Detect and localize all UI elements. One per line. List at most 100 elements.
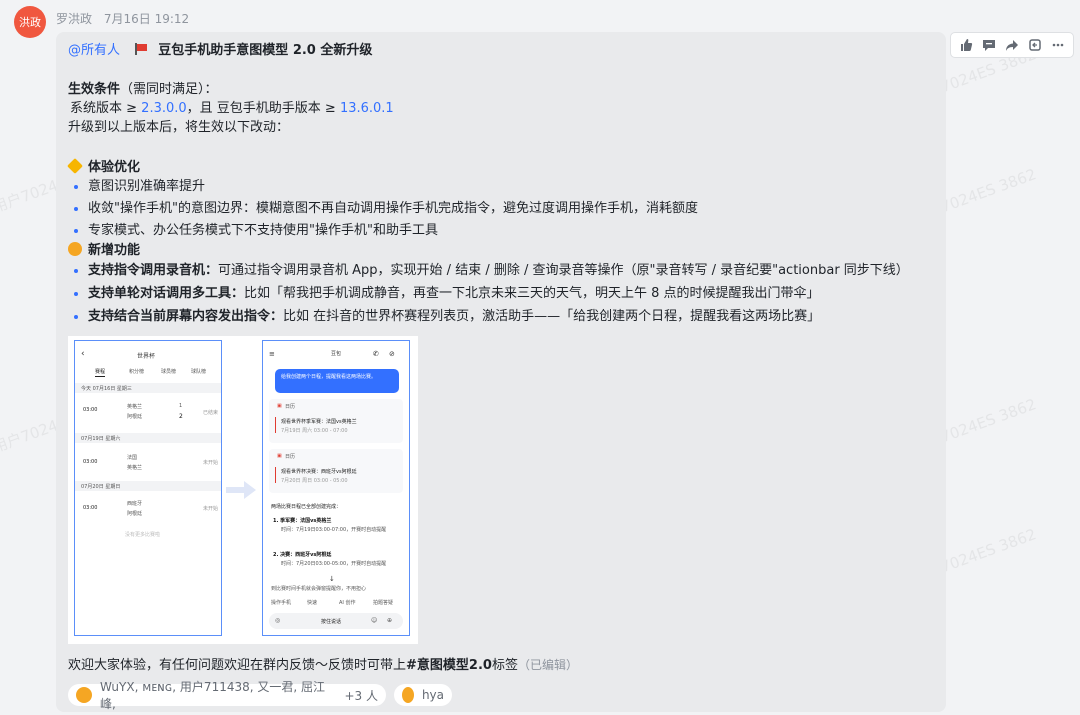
- team-name: 西班牙: [127, 501, 143, 507]
- match-time: 03:00: [83, 407, 98, 413]
- event-title: 观看世界杯季军赛：法国vs英格兰: [281, 419, 357, 425]
- date-header: 07月20日 星期日: [81, 484, 121, 490]
- system-version: 2.3.0.0: [141, 101, 187, 116]
- reply-heading: 两场比赛日程已全部创建完成：: [271, 504, 342, 510]
- message-title: 豆包手机助手意图模型 2.0 全新升级: [158, 43, 373, 58]
- smile-emoji-icon: [68, 242, 82, 256]
- list-item: 收敛"操作手机"的意图边界：模糊意图不再自动调用操作手机完成指令，避免过度调用操…: [88, 201, 698, 216]
- footer-tag: #意图模型2.0: [406, 658, 492, 673]
- event-marker: [275, 467, 276, 483]
- reply-item: 1. 季军赛：法国vs英格兰: [273, 518, 332, 524]
- reply-item-time: 时间：7月19日03:00-07:00，开赛时自动提醒: [281, 527, 387, 533]
- match-status: 未开始: [203, 506, 219, 512]
- team-name: 阿根廷: [127, 414, 143, 420]
- reaction-more[interactable]: +3 人: [345, 687, 379, 704]
- list-item: 支持单轮对话调用多工具：比如「帮我把手机调成静音，再查一下北京未来三天的天气，明…: [88, 286, 820, 301]
- reaction-clap[interactable]: hya: [394, 684, 452, 706]
- bullet-icon: [74, 185, 78, 189]
- score: 2: [179, 413, 183, 420]
- match-status: 未开始: [203, 460, 219, 466]
- team-name: 英格兰: [127, 404, 143, 410]
- user-message-bubble: [275, 369, 399, 393]
- match-time: 03:00: [83, 459, 98, 465]
- scroll-down-icon: ↓: [329, 575, 335, 583]
- message-title-line: @所有人 豆包手机助手意图模型 2.0 全新升级: [68, 42, 372, 60]
- calendar-label: 日历: [285, 404, 296, 410]
- embedded-image[interactable]: ‹ 世界杯 赛程 积分榜 球员榜 球队榜 今天 07月16日 星期三 03:00…: [68, 336, 418, 644]
- menu-icon: ≡: [269, 350, 275, 358]
- star-icon: [67, 158, 83, 174]
- hold-to-speak: 按住说话: [321, 619, 342, 625]
- footer-line: 欢迎大家体验，有任何问题欢迎在群内反馈～反馈时可带上#意图模型2.0标签（已编辑…: [68, 656, 578, 675]
- reply-tail: 到比赛时间手机就会弹窗提醒你，不用担心: [271, 586, 367, 592]
- date-header: 07月19日 星期六: [81, 436, 121, 442]
- calendar-label: 日历: [285, 454, 296, 460]
- bullet-icon: [74, 292, 78, 296]
- tab-underline: [95, 376, 105, 377]
- mute-icon: ⊘: [389, 350, 395, 358]
- message-meta: 罗洪政 7月16日 19:12: [56, 10, 189, 27]
- reply-icon[interactable]: [1027, 37, 1043, 53]
- emoji-icon: ☺: [371, 617, 378, 624]
- camera-icon: ◎: [275, 617, 281, 624]
- calendar-icon: ▣: [277, 403, 282, 409]
- bullet-icon: [74, 229, 78, 233]
- list-item: 专家模式、办公任务模式下不支持使用"操作手机"和助手工具: [88, 223, 438, 238]
- match-status: 已结束: [203, 410, 219, 416]
- back-icon: ‹: [81, 349, 85, 359]
- sender-name[interactable]: 罗洪政: [56, 12, 92, 26]
- team-name: 法国: [127, 455, 138, 461]
- app-version: 13.6.0.1: [339, 101, 394, 116]
- avatar[interactable]: 洪政: [14, 6, 46, 38]
- flag-icon: [134, 43, 148, 55]
- tool-chip: 快速: [307, 600, 318, 606]
- event-time: 7月20日 周日 03:00 - 05:00: [281, 478, 348, 484]
- tool-chip: AI 创作: [339, 600, 356, 606]
- comment-icon[interactable]: [981, 37, 997, 53]
- tab-players: 球员榜: [161, 369, 177, 375]
- bullet-icon: [74, 269, 78, 273]
- forward-icon[interactable]: [1004, 37, 1020, 53]
- condition-line: 生效条件（需同时满足）：: [68, 81, 218, 99]
- edited-label: （已编辑）: [517, 658, 578, 672]
- more-icon[interactable]: [1050, 37, 1066, 53]
- phone-schedule-screen: ‹ 世界杯 赛程 积分榜 球员榜 球队榜 今天 07月16日 星期三 03:00…: [74, 340, 222, 636]
- list-item: 支持指令调用录音机：可通过指令调用录音机 App，实现开始 / 结束 / 删除 …: [88, 263, 909, 278]
- reply-item: 2. 决赛：西班牙vs阿根廷: [273, 552, 332, 558]
- version-mid: ，且 豆包手机助手版本 ≥: [186, 101, 340, 116]
- schedule-title: 世界杯: [137, 353, 156, 360]
- tab-schedule: 赛程: [95, 369, 106, 375]
- match-time: 03:00: [83, 505, 98, 511]
- footer-text: 欢迎大家体验，有任何问题欢迎在群内反馈～反馈时可带上: [68, 658, 407, 673]
- assistant-title: 豆包: [331, 351, 342, 357]
- tab-standings: 积分榜: [129, 369, 145, 375]
- tool-chip: 操作手机: [271, 600, 292, 606]
- phone-icon: ✆: [373, 350, 379, 358]
- score: 1: [179, 403, 183, 409]
- reaction-thumbs-up[interactable]: WuYX, ᴍᴇɴɢ, 用户711438, 又一君, 屈江峰, +3 人: [68, 680, 386, 711]
- section-title-optimization: 体验优化: [67, 158, 140, 177]
- section-title-new-features: 新增功能: [68, 242, 140, 260]
- message-actions-toolbar: [950, 32, 1074, 58]
- team-name: 阿根廷: [127, 511, 143, 517]
- date-header: 今天 07月16日 星期三: [81, 386, 132, 392]
- arrow-right-icon: [226, 481, 256, 499]
- upgrade-note: 升级到以上版本后，将生效以下改动：: [68, 120, 290, 135]
- reaction-users: hya: [421, 688, 444, 702]
- event-time: 7月19日 周六 03:00 - 07:00: [281, 428, 348, 434]
- condition-note: （需同时满足）：: [120, 82, 218, 97]
- thumbs-up-emoji-icon: [76, 687, 92, 703]
- tab-teams: 球队榜: [191, 369, 207, 375]
- event-marker: [275, 417, 276, 433]
- thumbs-up-icon[interactable]: [958, 37, 974, 53]
- condition-title: 生效条件: [68, 82, 121, 97]
- version-label: 系统版本 ≥: [70, 101, 142, 116]
- clap-emoji-icon: [402, 687, 414, 703]
- message-time: 7月16日 19:12: [103, 12, 190, 26]
- mention-all[interactable]: @所有人: [68, 43, 120, 58]
- bullet-icon: [74, 315, 78, 319]
- version-line: 系统版本 ≥ 2.3.0.0，且 豆包手机助手版本 ≥ 13.6.0.1: [70, 100, 394, 118]
- list-item: 支持结合当前屏幕内容发出指令：比如 在抖音的世界杯赛程列表页，激活助手——「给我…: [88, 309, 821, 324]
- event-title: 观看世界杯决赛：西班牙vs阿根廷: [281, 469, 357, 475]
- footer-tail: 标签: [491, 658, 518, 673]
